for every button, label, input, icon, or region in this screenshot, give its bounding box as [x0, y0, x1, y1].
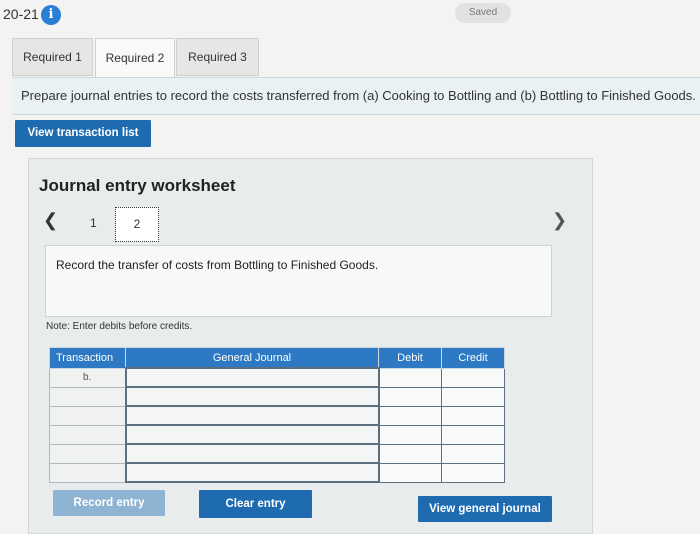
credit-input[interactable]: [441, 367, 505, 388]
account-select[interactable]: [124, 462, 380, 483]
tab-required-1[interactable]: Required 1: [12, 38, 93, 76]
instruction-text: Prepare journal entries to record the co…: [21, 88, 696, 103]
debit-input[interactable]: [378, 424, 442, 445]
account-select[interactable]: [124, 405, 380, 426]
debit-input[interactable]: [378, 443, 442, 464]
column-header-transaction: Transaction: [49, 347, 126, 369]
question-number: 20-21: [3, 6, 39, 22]
table-row: [49, 386, 505, 407]
clear-entry-button[interactable]: Clear entry: [199, 490, 312, 518]
transaction-cell: [49, 424, 126, 445]
record-entry-button[interactable]: Record entry: [53, 490, 165, 516]
journal-table: Transaction General Journal Debit Credit…: [49, 347, 505, 483]
credit-input[interactable]: [441, 405, 505, 426]
table-row: [49, 424, 505, 445]
transaction-cell: [49, 462, 126, 483]
page-1-link[interactable]: 1: [90, 216, 97, 230]
transaction-cell: [49, 405, 126, 426]
credit-input[interactable]: [441, 462, 505, 483]
transaction-cell: [49, 443, 126, 464]
entry-description: Record the transfer of costs from Bottli…: [56, 258, 379, 272]
tab-required-3[interactable]: Required 3: [176, 38, 259, 76]
worksheet-title: Journal entry worksheet: [39, 176, 236, 195]
info-icon[interactable]: i: [41, 5, 61, 25]
account-select[interactable]: [124, 367, 380, 388]
debit-input[interactable]: [378, 386, 442, 407]
debit-input[interactable]: [378, 462, 442, 483]
saved-badge: Saved: [455, 3, 511, 23]
column-header-credit: Credit: [441, 347, 505, 369]
transaction-cell: b.: [49, 367, 126, 388]
journal-header-row: Transaction General Journal Debit Credit: [49, 347, 505, 369]
column-header-debit: Debit: [378, 347, 442, 369]
account-select[interactable]: [124, 386, 380, 407]
credit-input[interactable]: [441, 443, 505, 464]
debit-credit-note: Note: Enter debits before credits.: [46, 321, 193, 332]
table-row: [49, 462, 505, 483]
instruction-band: Prepare journal entries to record the co…: [12, 77, 700, 115]
top-bar: 20-21 i Saved: [0, 0, 700, 32]
credit-input[interactable]: [441, 386, 505, 407]
transaction-cell: [49, 386, 126, 407]
account-select[interactable]: [124, 443, 380, 464]
account-select[interactable]: [124, 424, 380, 445]
table-row: b.: [49, 367, 505, 388]
tab-required-2[interactable]: Required 2: [95, 38, 175, 77]
credit-input[interactable]: [441, 424, 505, 445]
journal-entry-worksheet: Journal entry worksheet ❮ 1 2 ❯ Record t…: [28, 158, 593, 534]
entry-description-box: Record the transfer of costs from Bottli…: [45, 245, 552, 317]
view-general-journal-button[interactable]: View general journal: [418, 496, 552, 522]
view-transaction-list-button[interactable]: View transaction list: [15, 120, 151, 147]
chevron-left-icon[interactable]: ❮: [43, 210, 58, 231]
table-row: [49, 443, 505, 464]
debit-input[interactable]: [378, 367, 442, 388]
chevron-right-icon[interactable]: ❯: [552, 210, 567, 231]
table-row: [49, 405, 505, 426]
debit-input[interactable]: [378, 405, 442, 426]
column-header-general-journal: General Journal: [125, 347, 379, 369]
page-2-current[interactable]: 2: [115, 207, 159, 242]
